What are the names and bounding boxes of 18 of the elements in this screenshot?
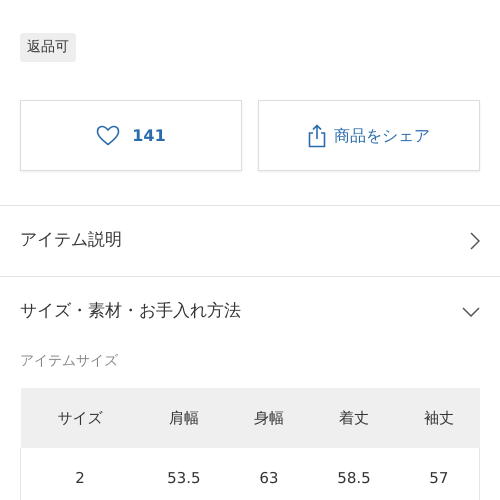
- chevron-down-icon: [462, 307, 480, 317]
- section-subtitle: アイテムサイズ: [19, 352, 119, 371]
- table-cell: 63: [228, 448, 310, 500]
- table-cell: 2: [20, 448, 140, 500]
- heart-icon: [96, 125, 120, 146]
- column-header: 肩幅: [139, 388, 229, 448]
- share-icon: [308, 124, 326, 148]
- column-header: 身幅: [228, 388, 310, 448]
- share-button[interactable]: 商品をシェア: [258, 100, 480, 171]
- column-header: 袖丈: [398, 388, 480, 448]
- like-button[interactable]: 141: [20, 100, 242, 171]
- table-cell: 53.5: [139, 448, 229, 500]
- chevron-right-icon: [470, 232, 480, 250]
- column-header: サイズ: [20, 388, 140, 448]
- table-cell: 58.5: [309, 448, 399, 500]
- table-cell: 57: [398, 448, 480, 500]
- return-tag: 返品可: [20, 33, 76, 62]
- column-header: 着丈: [309, 388, 399, 448]
